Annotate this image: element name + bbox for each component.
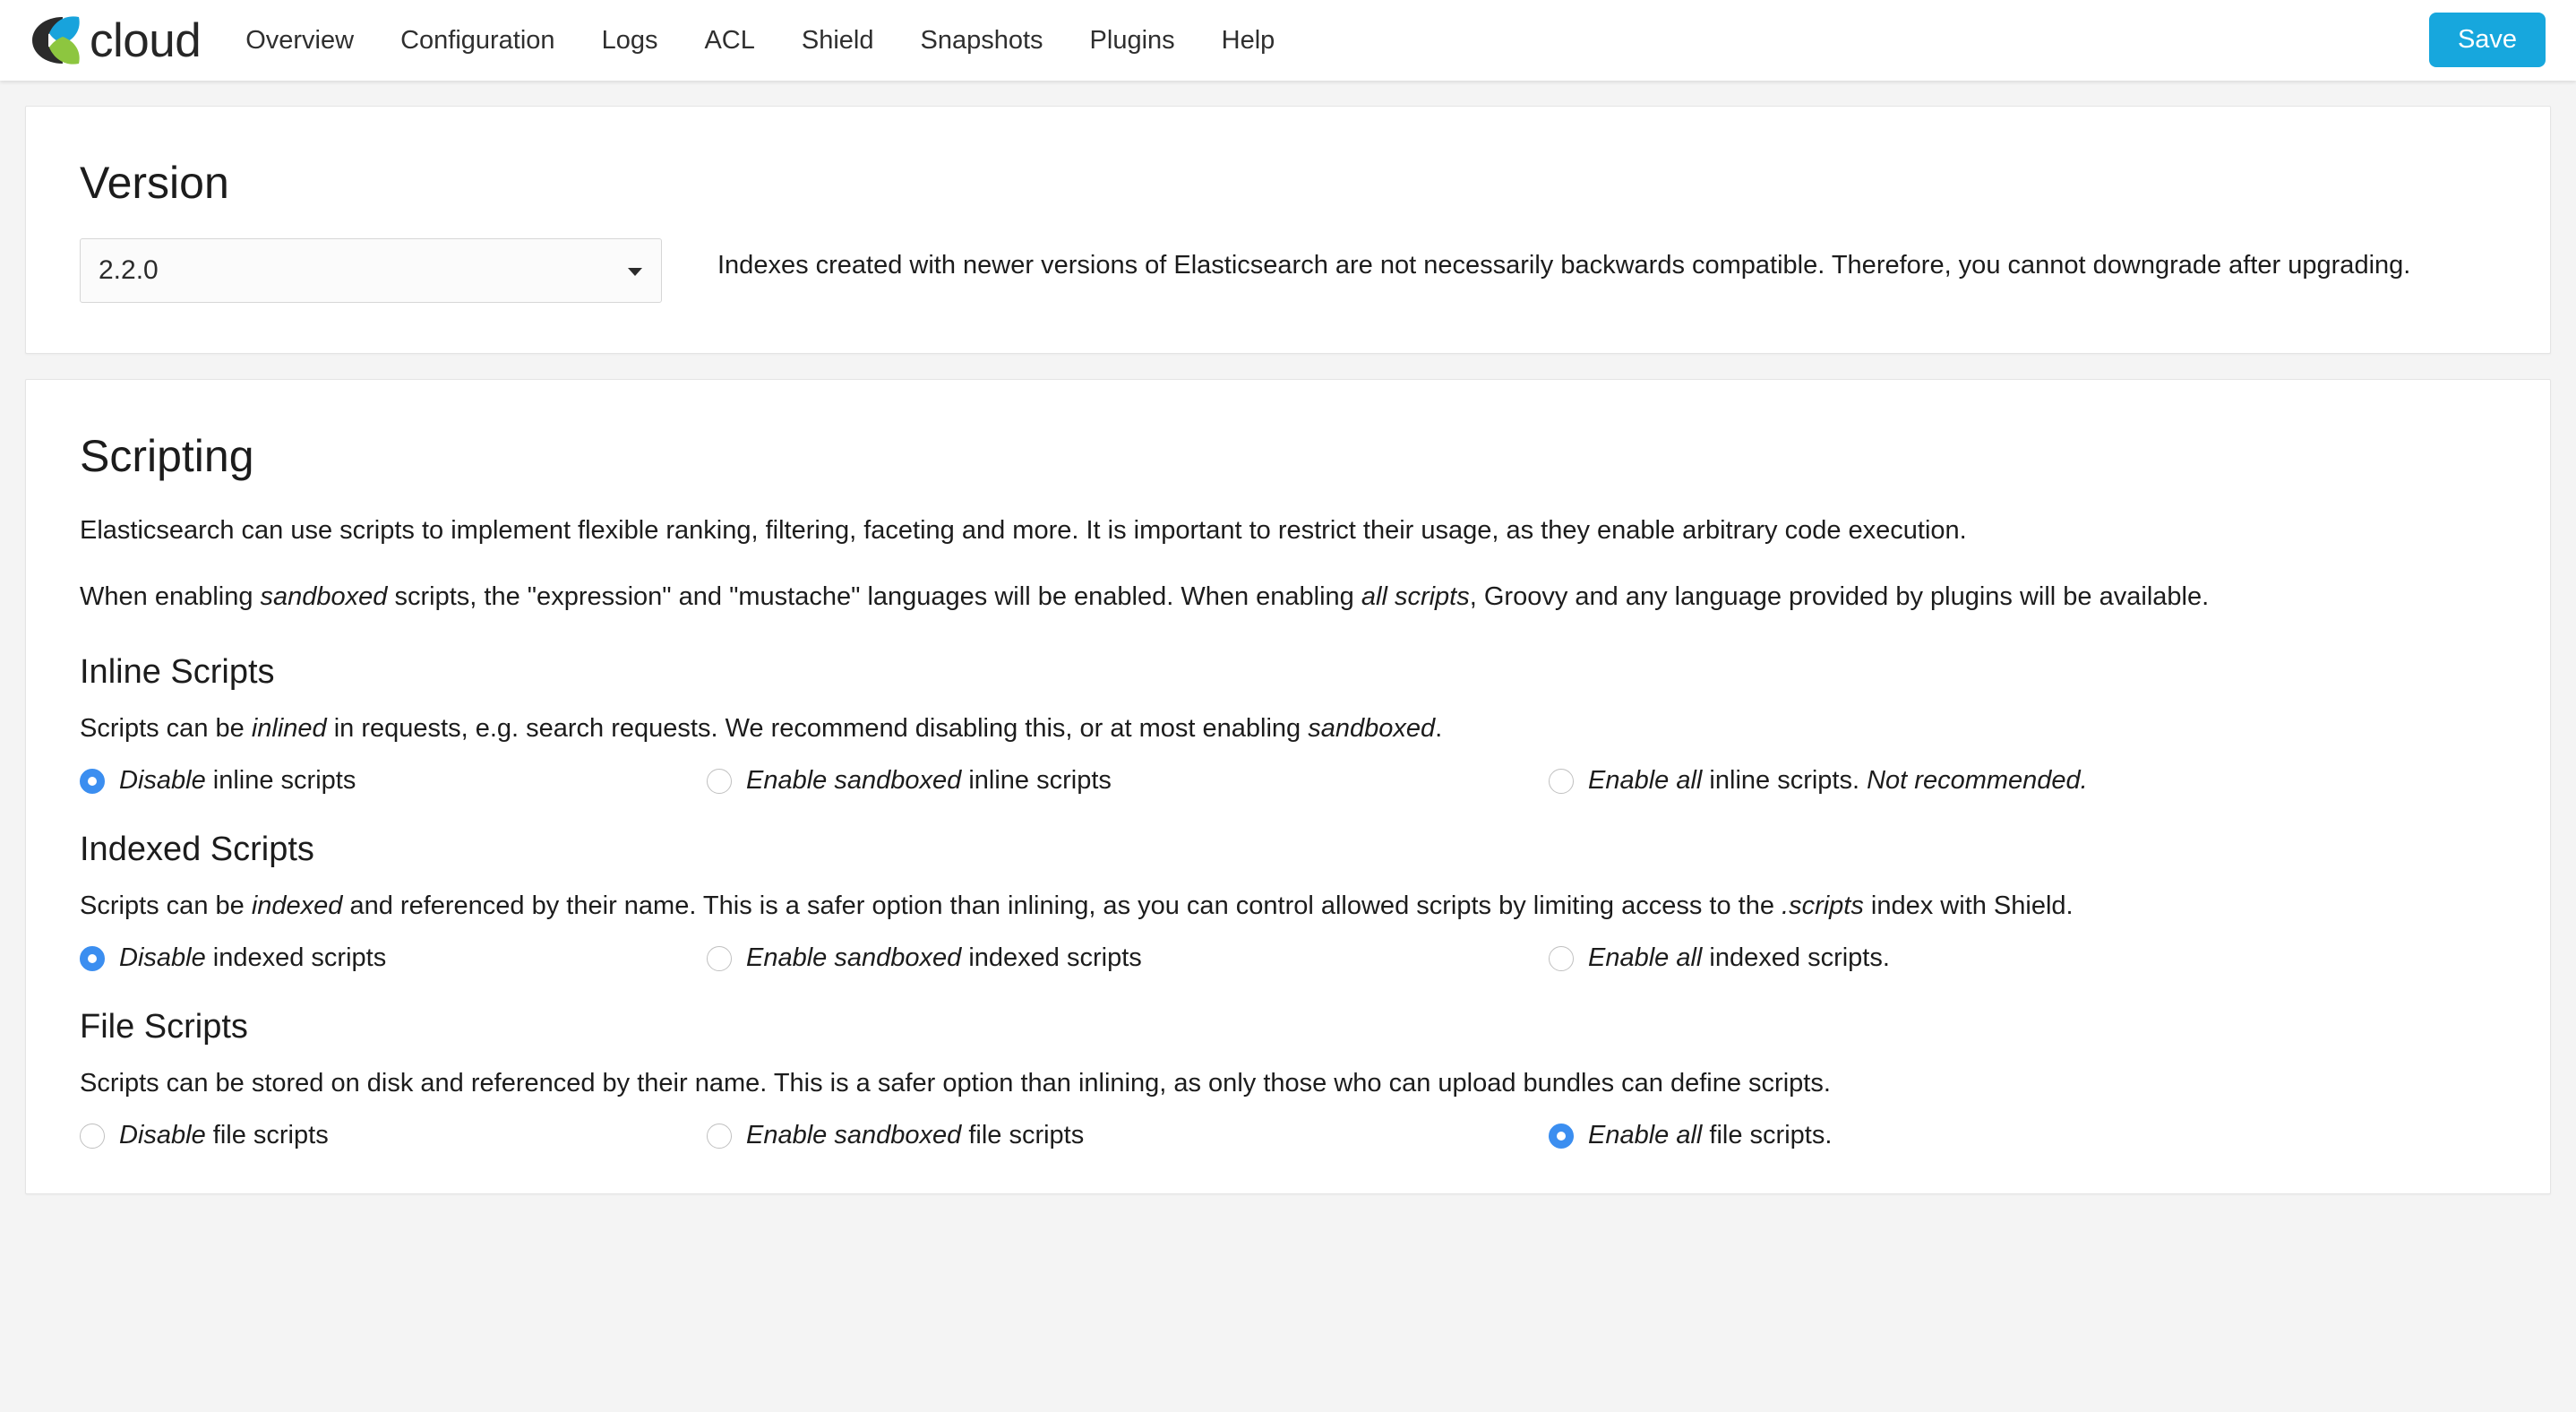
radio-label: Disable file scripts [119,1123,329,1149]
radio-indicator-icon [80,1123,105,1149]
radio-file-all[interactable]: Enable all file scripts. [1549,1123,2496,1149]
radio-label: Disable inline scripts [119,768,356,794]
text-fragment: scripts, the "expression" and "mustache"… [387,581,1361,611]
brand-logo[interactable]: cloud [27,11,202,70]
radio-label: Enable all indexed scripts. [1588,945,1890,971]
radio-indexed-sandboxed[interactable]: Enable sandboxed indexed scripts [707,945,1549,971]
nav-item-logs[interactable]: Logs [579,0,682,81]
brand-name: cloud [90,13,202,67]
page-content: Version 2.2.0 Indexes created with newer… [0,81,2576,1195]
label-rest: file scripts. [1702,1121,1833,1150]
label-rest: indexed scripts [205,943,387,973]
label-rest: indexed scripts. [1702,943,1890,973]
radio-indicator-icon [707,1123,732,1149]
emphasis-all-scripts: all scripts [1361,581,1470,611]
text-fragment: When enabling [80,581,261,611]
label-emphasis: Disable [119,1121,206,1150]
label-emphasis: Enable sandboxed [746,943,962,973]
scripting-intro-paragraph: Elasticsearch can use scripts to impleme… [80,516,1967,545]
version-card: Version 2.2.0 Indexes created with newer… [25,106,2551,354]
inline-scripts-title: Inline Scripts [80,653,275,691]
radio-indicator-icon [707,945,732,971]
radio-inline-disable[interactable]: Disable inline scripts [80,768,707,794]
file-scripts-description: Scripts can be stored on disk and refere… [80,1068,1831,1098]
label-emphasis: Enable all [1588,943,1703,973]
label-emphasis: Disable [119,766,206,796]
label-emphasis: Enable sandboxed [746,1121,962,1150]
label-emphasis: Enable all [1588,766,1703,796]
label-emphasis: Enable sandboxed [746,766,962,796]
version-description: Indexes created with newer versions of E… [717,251,2411,280]
nav-item-snapshots[interactable]: Snapshots [897,0,1067,81]
radio-inline-sandboxed[interactable]: Enable sandboxed inline scripts [707,768,1549,794]
label-rest: inline scripts. [1702,766,1868,796]
radio-inline-all[interactable]: Enable all inline scripts. Not recommend… [1549,768,2496,794]
version-section-title: Version [80,158,229,208]
radio-file-sandboxed[interactable]: Enable sandboxed file scripts [707,1123,1549,1149]
nav-item-shield[interactable]: Shield [778,0,897,81]
inline-scripts-description: Scripts can be inlined in requests, e.g.… [80,710,2496,749]
radio-indicator-icon [80,945,105,971]
label-rest: file scripts [961,1121,1085,1150]
elastic-cloud-logo-icon [27,11,88,70]
radio-indicator-icon [1549,945,1574,971]
nav-item-plugins[interactable]: Plugins [1067,0,1198,81]
radio-indicator-icon [707,768,732,794]
text-fragment: Scripts can be [80,891,252,920]
nav-item-configuration[interactable]: Configuration [377,0,579,81]
text-fragment: and referenced by their name. This is a … [342,891,1782,920]
nav-item-overview[interactable]: Overview [222,0,377,81]
file-scripts-title: File Scripts [80,1008,248,1046]
scripting-card: Scripting Elasticsearch can use scripts … [25,379,2551,1195]
radio-indicator-icon [1549,1123,1574,1149]
indexed-scripts-description: Scripts can be indexed and referenced by… [80,887,2496,926]
label-emphasis: Disable [119,943,206,973]
file-scripts-radio-group: Disable file scripts Enable sandboxed fi… [80,1123,2496,1149]
radio-label: Disable indexed scripts [119,945,386,971]
version-select-wrapper: 2.2.0 [80,238,662,303]
scripting-section-title: Scripting [80,431,254,481]
emphasis-indexed: indexed [251,891,343,920]
label-rest: inline scripts [205,766,356,796]
radio-label: Enable all file scripts. [1588,1123,1832,1149]
text-fragment: in requests, e.g. search requests. We re… [326,713,1309,743]
radio-label: Enable sandboxed file scripts [746,1123,1084,1149]
indexed-scripts-title: Indexed Scripts [80,831,314,869]
label-emphasis: Enable all [1588,1121,1703,1150]
radio-file-disable[interactable]: Disable file scripts [80,1123,707,1149]
label-rest: file scripts [205,1121,329,1150]
indexed-scripts-radio-group: Disable indexed scripts Enable sandboxed… [80,945,2496,971]
label-rest: inline scripts [961,766,1112,796]
version-select[interactable]: 2.2.0 [80,238,662,303]
main-navigation: Overview Configuration Logs ACL Shield S… [222,0,1298,81]
top-navigation-bar: cloud Overview Configuration Logs ACL Sh… [0,0,2576,81]
text-fragment: . [1435,713,1443,743]
emphasis-inlined: inlined [251,713,327,743]
radio-indexed-disable[interactable]: Disable indexed scripts [80,945,707,971]
version-row: 2.2.0 Indexes created with newer version… [80,238,2496,303]
scripting-languages-paragraph: When enabling sandboxed scripts, the "ex… [80,578,2496,617]
text-fragment: index with Shield. [1863,891,2074,920]
radio-label: Enable sandboxed inline scripts [746,768,1112,794]
text-fragment: , Groovy and any language provided by pl… [1469,581,2210,611]
radio-indicator-icon [1549,768,1574,794]
radio-indexed-all[interactable]: Enable all indexed scripts. [1549,945,2496,971]
radio-label: Enable all inline scripts. Not recommend… [1588,768,2088,794]
label-rest: indexed scripts [961,943,1142,973]
emphasis-sandboxed: sandboxed [260,581,388,611]
label-emphasis-tail: Not recommended. [1867,766,2088,796]
emphasis-scripts-index: .scripts [1782,891,1864,920]
emphasis-sandboxed: sandboxed [1308,713,1436,743]
nav-item-acl[interactable]: ACL [681,0,777,81]
inline-scripts-radio-group: Disable inline scripts Enable sandboxed … [80,768,2496,794]
nav-item-help[interactable]: Help [1198,0,1299,81]
radio-indicator-icon [80,768,105,794]
save-button[interactable]: Save [2429,13,2546,67]
text-fragment: Scripts can be [80,713,252,743]
radio-label: Enable sandboxed indexed scripts [746,945,1142,971]
